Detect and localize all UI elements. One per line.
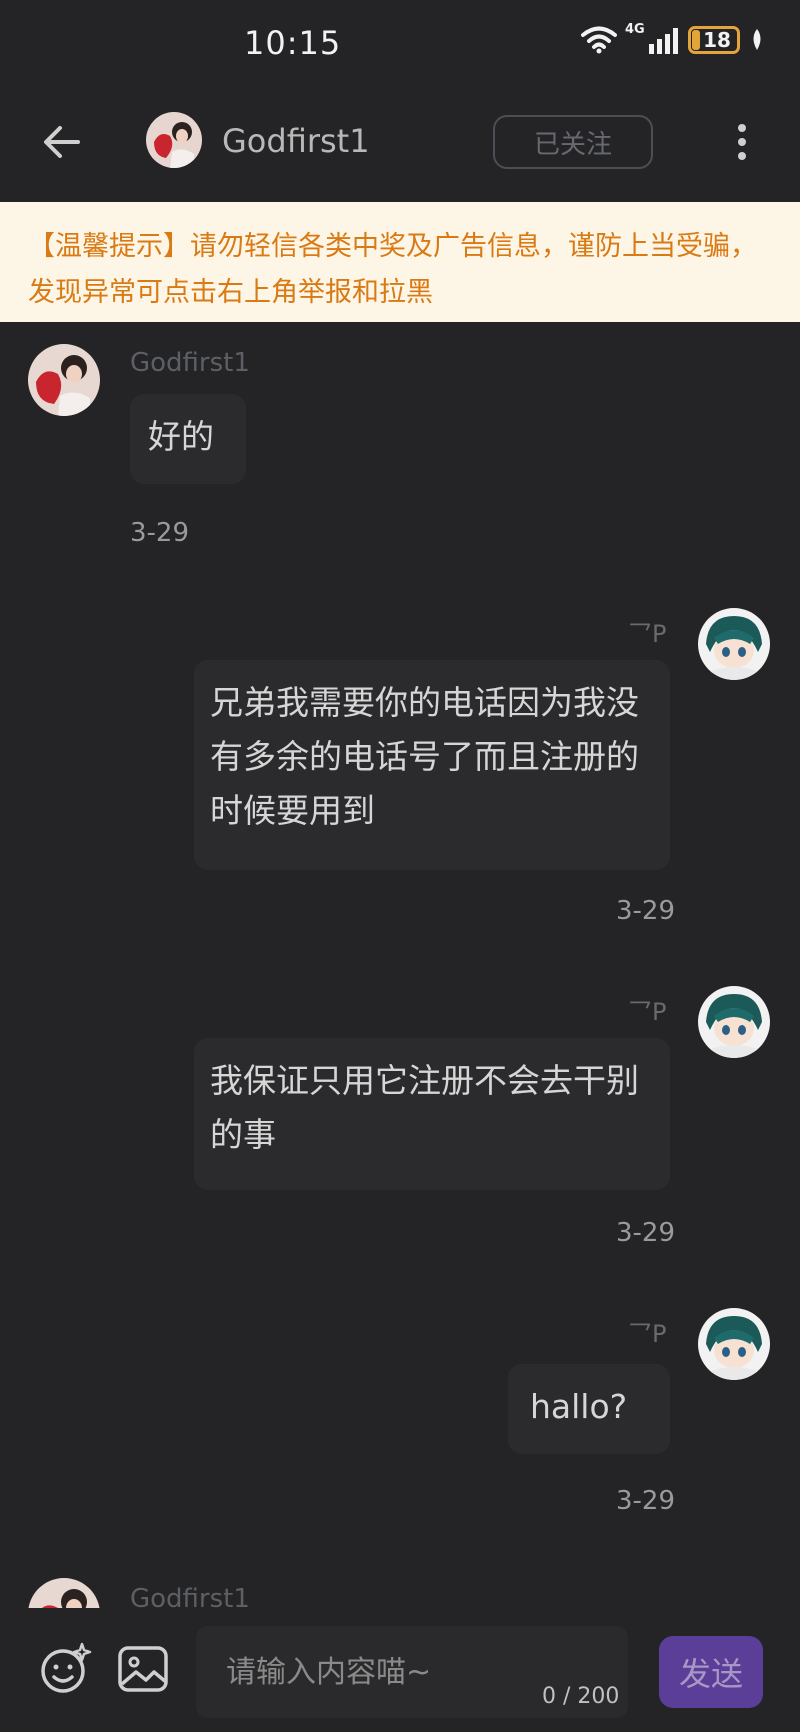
my-avatar[interactable] bbox=[698, 1308, 770, 1380]
my-avatar[interactable] bbox=[698, 986, 770, 1058]
contact-avatar[interactable] bbox=[28, 1578, 100, 1608]
back-button[interactable] bbox=[36, 116, 88, 168]
message-time: 3-29 bbox=[616, 1486, 676, 1516]
input-bar: 0 / 200 发送 bbox=[0, 1608, 800, 1732]
network-label: 4G bbox=[625, 22, 645, 37]
message-text: 兄弟我需要你的电话因为我没有多余的电话号了而且注册的时候要用到 bbox=[210, 683, 639, 830]
contact-avatar[interactable] bbox=[146, 112, 202, 168]
sender-name: Godfirst1 bbox=[130, 348, 250, 378]
contact-avatar[interactable] bbox=[28, 344, 100, 416]
chat-header: Godfirst1 已关注 bbox=[0, 90, 800, 202]
more-dot-icon bbox=[738, 124, 746, 132]
message-time: 3-29 bbox=[130, 518, 190, 548]
arrow-left-icon bbox=[44, 126, 80, 158]
message-list[interactable]: Godfirst1 好的 3-29 乛P 兄弟我需要你的电话因为我没有多余的电话… bbox=[0, 322, 800, 1608]
message-time: 3-29 bbox=[616, 896, 676, 926]
notice-text: 【温馨提示】请勿轻信各类中奖及广告信息，谨防上当受骗，发现异常可点击右上角举报和… bbox=[28, 231, 757, 308]
sender-name: Godfirst1 bbox=[130, 1584, 250, 1608]
message-text: 好的 bbox=[148, 417, 214, 456]
sender-name: 乛P bbox=[628, 620, 667, 648]
wifi-icon bbox=[581, 26, 617, 54]
status-time: 10:15 bbox=[244, 24, 342, 62]
follow-button[interactable]: 已关注 bbox=[493, 115, 653, 169]
sender-name: 乛P bbox=[628, 1320, 667, 1348]
battery-level: 18 bbox=[703, 28, 731, 52]
message-time: 3-29 bbox=[616, 1218, 676, 1248]
message-bubble[interactable]: 我保证只用它注册不会去干别的事 bbox=[194, 1038, 670, 1190]
emoji-button[interactable] bbox=[38, 1642, 92, 1696]
message-text: hallo? bbox=[530, 1387, 628, 1426]
message-text: 我保证只用它注册不会去干别的事 bbox=[210, 1061, 639, 1154]
send-button[interactable]: 发送 bbox=[659, 1636, 763, 1708]
more-dot-icon bbox=[738, 152, 746, 160]
message-bubble[interactable]: 好的 bbox=[130, 394, 246, 484]
emoji-icon bbox=[41, 1642, 92, 1693]
contact-name: Godfirst1 bbox=[222, 122, 370, 160]
safety-notice: 【温馨提示】请勿轻信各类中奖及广告信息，谨防上当受骗，发现异常可点击右上角举报和… bbox=[0, 202, 800, 322]
more-options-button[interactable] bbox=[726, 118, 758, 166]
image-button[interactable] bbox=[116, 1642, 170, 1696]
character-counter: 0 / 200 bbox=[542, 1684, 620, 1709]
battery-icon: 18 bbox=[688, 26, 740, 54]
leaf-icon bbox=[753, 29, 761, 50]
message-bubble[interactable]: 兄弟我需要你的电话因为我没有多余的电话号了而且注册的时候要用到 bbox=[194, 660, 670, 870]
sender-name: 乛P bbox=[628, 998, 667, 1026]
signal-icon: 4G bbox=[625, 22, 678, 54]
status-icons: 4G 18 bbox=[581, 22, 764, 54]
my-avatar[interactable] bbox=[698, 608, 770, 680]
status-bar: 10:15 4G 18 bbox=[0, 0, 800, 90]
message-bubble[interactable]: hallo? bbox=[508, 1364, 670, 1454]
more-dot-icon bbox=[738, 138, 746, 146]
image-icon bbox=[118, 1646, 168, 1692]
